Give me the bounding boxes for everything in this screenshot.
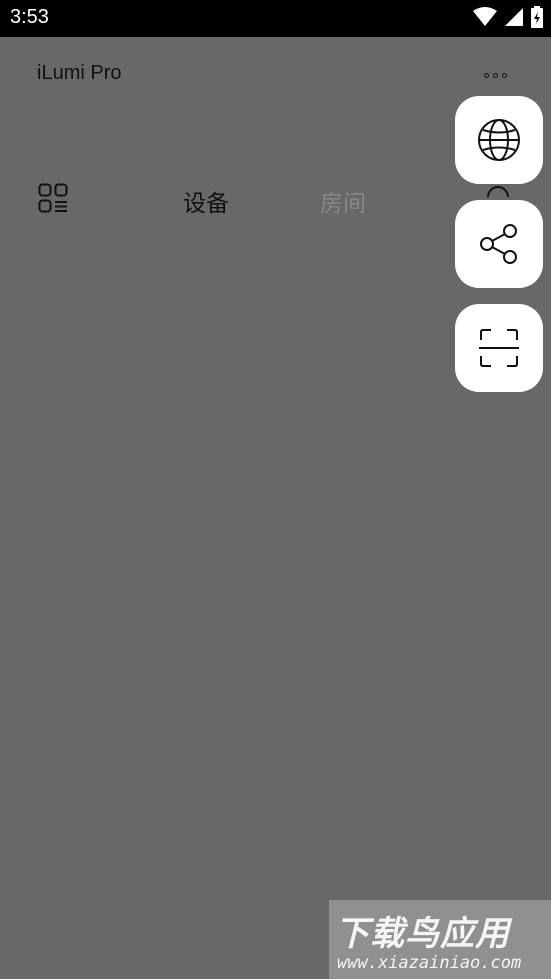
status-icons <box>473 6 543 28</box>
grid-view-icon[interactable] <box>38 183 68 213</box>
app-title: iLumi Pro <box>37 62 122 84</box>
globe-icon <box>478 119 520 161</box>
scan-icon <box>479 329 519 367</box>
signal-icon <box>505 8 523 26</box>
wifi-icon <box>473 7 497 26</box>
scan-button[interactable] <box>455 304 543 392</box>
watermark: 下载鸟应用 www.xiazainiao.com <box>329 900 551 979</box>
more-dot-icon <box>493 72 498 78</box>
more-dot-icon <box>502 72 507 78</box>
more-dot-icon <box>484 72 489 78</box>
watermark-url: www.xiazainiao.com <box>337 953 522 973</box>
watermark-logo-text: 下载鸟应用 <box>335 914 510 954</box>
tab-devices[interactable]: 设备 <box>183 184 229 218</box>
tab-rooms[interactable]: 房间 <box>320 184 366 218</box>
more-options-button[interactable] <box>484 68 512 82</box>
share-icon <box>480 224 517 264</box>
language-button[interactable] <box>455 96 543 184</box>
battery-icon <box>531 6 543 28</box>
share-button[interactable] <box>455 200 543 288</box>
status-bar: 3:53 <box>0 0 551 37</box>
status-time: 3:53 <box>10 6 49 28</box>
